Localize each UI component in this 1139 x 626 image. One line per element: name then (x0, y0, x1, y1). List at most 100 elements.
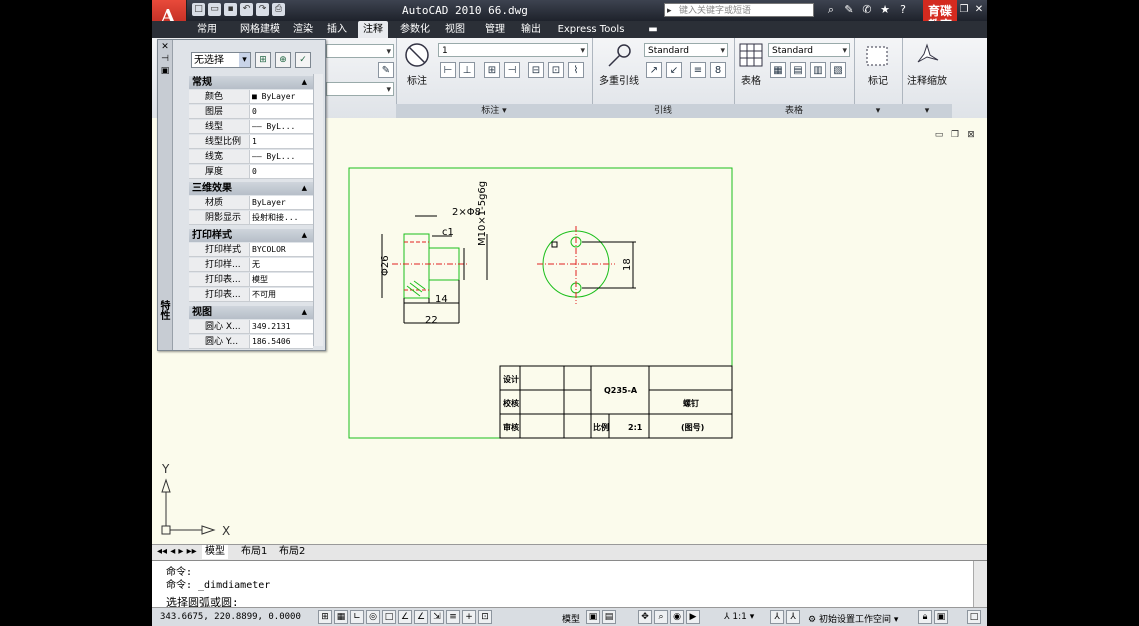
prop-row[interactable]: 打印样... 无 (189, 258, 313, 272)
ducs-icon[interactable]: ∠ (414, 610, 428, 624)
table-icon[interactable] (738, 42, 764, 68)
dim-break-icon[interactable]: ⊟ (528, 62, 544, 78)
annotation-scale-value[interactable]: ⅄ 1:1 ▾ (724, 612, 754, 622)
toggle-pickadd-icon[interactable]: ⊞ (255, 52, 271, 68)
tab-home[interactable]: 常用 (194, 21, 220, 38)
section-3d-effects[interactable]: 三维效果 (189, 182, 313, 195)
help-icon[interactable]: ? (896, 2, 910, 17)
dimension-label[interactable]: 标注 (402, 72, 432, 87)
prop-value[interactable]: —— ByL... (249, 120, 313, 134)
markup-icon[interactable] (864, 44, 890, 68)
showmotion-icon[interactable]: ▶ (686, 610, 700, 624)
select-objects-icon[interactable]: ⊕ (275, 52, 291, 68)
help-search-input[interactable]: 键入关键字或短语 (664, 3, 814, 18)
prop-row[interactable]: 颜色 ■ ByLayer (189, 90, 313, 104)
continue-dim-icon[interactable]: ⊞ (484, 62, 500, 78)
tab-layout2[interactable]: 布局2 (276, 545, 308, 559)
tab-output[interactable]: 输出 (518, 21, 544, 38)
zoom-icon[interactable]: ⌕ (654, 610, 668, 624)
qp-icon[interactable]: + (462, 610, 476, 624)
grid-icon[interactable]: ▦ (334, 610, 348, 624)
prop-row[interactable]: 线型比例 1 (189, 135, 313, 149)
snap-icon[interactable]: ⊞ (318, 610, 332, 624)
print-icon[interactable]: ⎙ (272, 3, 285, 16)
prop-value[interactable]: 模型 (249, 273, 313, 287)
text-height-combo[interactable] (326, 82, 394, 97)
otrack-icon[interactable]: ∠ (398, 610, 412, 624)
redo-icon[interactable]: ↷ (256, 3, 269, 16)
prop-value[interactable]: 186.5406 (249, 335, 313, 349)
auto-scale-icon[interactable]: ⅄ (786, 610, 800, 624)
ortho-icon[interactable]: ∟ (350, 610, 364, 624)
prop-row[interactable]: 图层 0 (189, 105, 313, 119)
multileader-label[interactable]: 多重引线 (596, 72, 642, 87)
sc-icon[interactable]: ⊡ (478, 610, 492, 624)
prop-row[interactable]: 线型 —— ByL... (189, 120, 313, 134)
table-label[interactable]: 表格 (736, 72, 766, 87)
dimension-panel-title[interactable]: 标注 ▾ (396, 104, 592, 118)
remove-leader-icon[interactable]: ↙ (666, 62, 682, 78)
prop-value[interactable]: 349.2131 (249, 320, 313, 334)
prop-value[interactable]: 1 (249, 135, 313, 149)
subscription-icon[interactable]: ✎ (842, 2, 856, 17)
collect-leader-icon[interactable]: 8 (710, 62, 726, 78)
prop-value[interactable]: 无 (249, 258, 313, 272)
add-leader-icon[interactable]: ↗ (646, 62, 662, 78)
tab-mesh[interactable]: 网格建模 (234, 21, 286, 38)
dyn-icon[interactable]: ⇲ (430, 610, 444, 624)
tab-manage[interactable]: 管理 (482, 21, 508, 38)
clean-screen-icon[interactable]: □ (967, 610, 981, 624)
tab-model[interactable]: 模型 (202, 545, 228, 559)
dimension-icon[interactable] (404, 42, 430, 68)
section-view[interactable]: 视图 (189, 306, 313, 319)
model-space-label[interactable]: 模型 (562, 612, 580, 625)
communication-icon[interactable]: ✆ (860, 2, 874, 17)
linear-dim-icon[interactable]: ⊢ (440, 62, 456, 78)
prop-value[interactable]: ByLayer (249, 196, 313, 210)
prop-row[interactable]: 打印样式 BYCOLOR (189, 243, 313, 257)
leader-panel-title[interactable]: 引线 (592, 104, 734, 118)
undo-icon[interactable]: ↶ (240, 3, 253, 16)
new-icon[interactable]: □ (192, 3, 205, 16)
tab-insert[interactable]: 插入 (324, 21, 350, 38)
inspect-dim-icon[interactable]: ⊡ (548, 62, 564, 78)
prop-value[interactable]: —— ByL... (249, 150, 313, 164)
prop-row[interactable]: 厚度 0 (189, 165, 313, 179)
prop-row[interactable]: 圆心 Y... 186.5406 (189, 335, 313, 349)
dim-style-combo[interactable]: 1 (438, 43, 588, 58)
palette-autohide-icon[interactable]: ⊣ (158, 54, 172, 64)
restore-icon[interactable]: ❐ (958, 3, 970, 16)
find-text-icon[interactable]: ✎ (378, 62, 394, 78)
close-icon[interactable]: ✕ (973, 3, 985, 16)
save-icon[interactable]: ▪ (224, 3, 237, 16)
table-update-icon[interactable]: ▧ (830, 62, 846, 78)
prop-row[interactable]: 圆心 X... 349.2131 (189, 320, 313, 334)
command-scrollbar[interactable] (973, 561, 987, 608)
lock-icon[interactable]: 🔒︎ (918, 610, 932, 624)
tab-view[interactable]: 视图 (442, 21, 468, 38)
section-plot-style[interactable]: 打印样式 (189, 229, 313, 242)
tab-annotate[interactable]: 注释 (358, 21, 388, 38)
prop-value[interactable]: 0 (249, 165, 313, 179)
pan-icon[interactable]: ✥ (638, 610, 652, 624)
markup-label[interactable]: 标记 (858, 72, 898, 87)
ribbon-minimize-icon[interactable]: ▬ (646, 21, 660, 38)
hardware-accel-icon[interactable]: ▣ (934, 610, 948, 624)
prop-value[interactable]: ■ ByLayer (249, 90, 313, 104)
table-link-icon[interactable]: ▤ (790, 62, 806, 78)
prop-value[interactable]: 0 (249, 105, 313, 119)
table-merge-icon[interactable]: ▦ (770, 62, 786, 78)
prop-row[interactable]: 材质 ByLayer (189, 196, 313, 210)
annotation-scale-icon[interactable] (914, 42, 940, 68)
tab-render[interactable]: 渲染 (290, 21, 316, 38)
lineweight-icon[interactable]: ≡ (446, 610, 460, 624)
layout-nav-icon[interactable]: ◂◂ ◂ ▸ ▸▸ (154, 545, 200, 559)
steering-wheel-icon[interactable]: ◉ (670, 610, 684, 624)
quick-view-drawings-icon[interactable]: ▤ (602, 610, 616, 624)
polar-icon[interactable]: ◎ (366, 610, 380, 624)
dim-space-icon[interactable]: ⊣ (504, 62, 520, 78)
prop-row[interactable]: 打印表... 不可用 (189, 288, 313, 302)
selection-dropdown[interactable]: 无选择 (191, 52, 251, 68)
tab-express-tools[interactable]: Express Tools (556, 21, 626, 38)
prop-value[interactable]: 投射和接... (249, 211, 313, 225)
